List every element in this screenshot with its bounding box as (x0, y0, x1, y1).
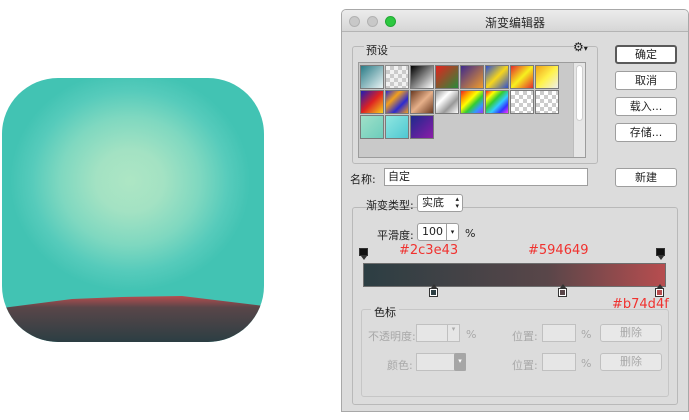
preset-swatch[interactable] (385, 115, 409, 139)
color-location-label: 位置: (512, 359, 538, 372)
gradient-preview-bar[interactable] (363, 263, 666, 287)
gradient-type-value: 实底 (422, 196, 444, 209)
gear-icon[interactable]: ⚙▾ (573, 40, 588, 54)
opacity-label: 不透明度: (368, 330, 416, 343)
color-stop-end[interactable] (655, 284, 664, 297)
opacity-location-label: 位置: (512, 330, 538, 343)
preset-swatch[interactable] (360, 115, 384, 139)
smoothness-field[interactable]: 100 ▾ (417, 223, 459, 241)
preset-swatch[interactable] (385, 65, 409, 89)
preset-swatch[interactable] (410, 90, 434, 114)
color-location-unit: % (581, 357, 592, 370)
smoothness-value: 100 (422, 225, 443, 238)
chevron-down-icon: ▾ (447, 325, 459, 341)
chevron-down-icon: ▾ (454, 353, 466, 371)
opacity-field[interactable]: ▾ (416, 324, 460, 342)
preset-swatch[interactable] (510, 90, 534, 114)
preset-swatch[interactable] (410, 65, 434, 89)
opacity-location-unit: % (581, 328, 592, 341)
preset-swatch[interactable] (535, 90, 559, 114)
name-label: 名称: (350, 173, 376, 186)
color-stop-mid[interactable] (558, 284, 567, 297)
preset-swatch[interactable] (535, 65, 559, 89)
gradient-type-select[interactable]: 实底 ▴ ▾ (417, 194, 463, 212)
color-stops-label: 色标 (371, 304, 399, 320)
preset-swatch[interactable] (485, 65, 509, 89)
opacity-unit: % (466, 328, 477, 341)
color-label: 颜色: (387, 359, 413, 372)
load-button[interactable]: 载入... (615, 97, 677, 116)
preset-swatch[interactable] (485, 90, 509, 114)
title-bar: 渐变编辑器 (342, 10, 688, 32)
opacity-location-field[interactable] (542, 324, 576, 342)
gradient-type-label: 渐变类型: (366, 199, 414, 212)
smoothness-unit: % (465, 227, 476, 240)
scroll-thumb[interactable] (576, 65, 583, 121)
preset-swatch[interactable] (435, 90, 459, 114)
cancel-button[interactable]: 取消 (615, 71, 677, 90)
preset-swatch[interactable] (360, 65, 384, 89)
color-swatch-field[interactable]: ▾ (416, 353, 466, 371)
preset-scrollbar[interactable] (573, 63, 585, 157)
opacity-stop-left[interactable] (359, 248, 368, 261)
chevron-down-icon: ▾ (446, 224, 458, 240)
screenshot-root: 渐变编辑器 预设 ⚙▾ 确定 取消 载入... 存储... 名称: 自定 新建 … (0, 0, 689, 420)
preset-swatch[interactable] (460, 90, 484, 114)
annotation-start-color: #2c3e43 (399, 243, 459, 258)
preset-swatch[interactable] (410, 115, 434, 139)
app-icon-preview (2, 78, 264, 342)
gradient-editor-dialog: 渐变编辑器 预设 ⚙▾ 确定 取消 载入... 存储... 名称: 自定 新建 … (341, 9, 689, 412)
preset-swatch[interactable] (510, 65, 534, 89)
window-title: 渐变编辑器 (484, 16, 545, 30)
new-button[interactable]: 新建 (615, 168, 677, 187)
preset-swatch-grid (358, 62, 586, 158)
mountain-shape (2, 296, 264, 342)
preset-swatch[interactable] (360, 90, 384, 114)
smoothness-label: 平滑度: (377, 229, 414, 242)
delete-color-stop-button[interactable]: 删除 (600, 353, 662, 371)
delete-opacity-stop-button[interactable]: 删除 (600, 324, 662, 342)
presets-label: 预设 (364, 42, 390, 58)
annotation-mid-color: #594649 (528, 243, 589, 258)
opacity-stop-right[interactable] (656, 248, 665, 261)
save-button[interactable]: 存储... (615, 123, 677, 142)
name-field[interactable]: 自定 (384, 168, 588, 186)
ok-button[interactable]: 确定 (615, 45, 677, 64)
preset-swatch[interactable] (460, 65, 484, 89)
color-location-field[interactable] (542, 353, 576, 371)
preset-swatch[interactable] (435, 65, 459, 89)
updown-arrows-icon: ▴ ▾ (455, 195, 459, 210)
color-stop-start[interactable] (429, 284, 438, 297)
preset-swatch[interactable] (385, 90, 409, 114)
